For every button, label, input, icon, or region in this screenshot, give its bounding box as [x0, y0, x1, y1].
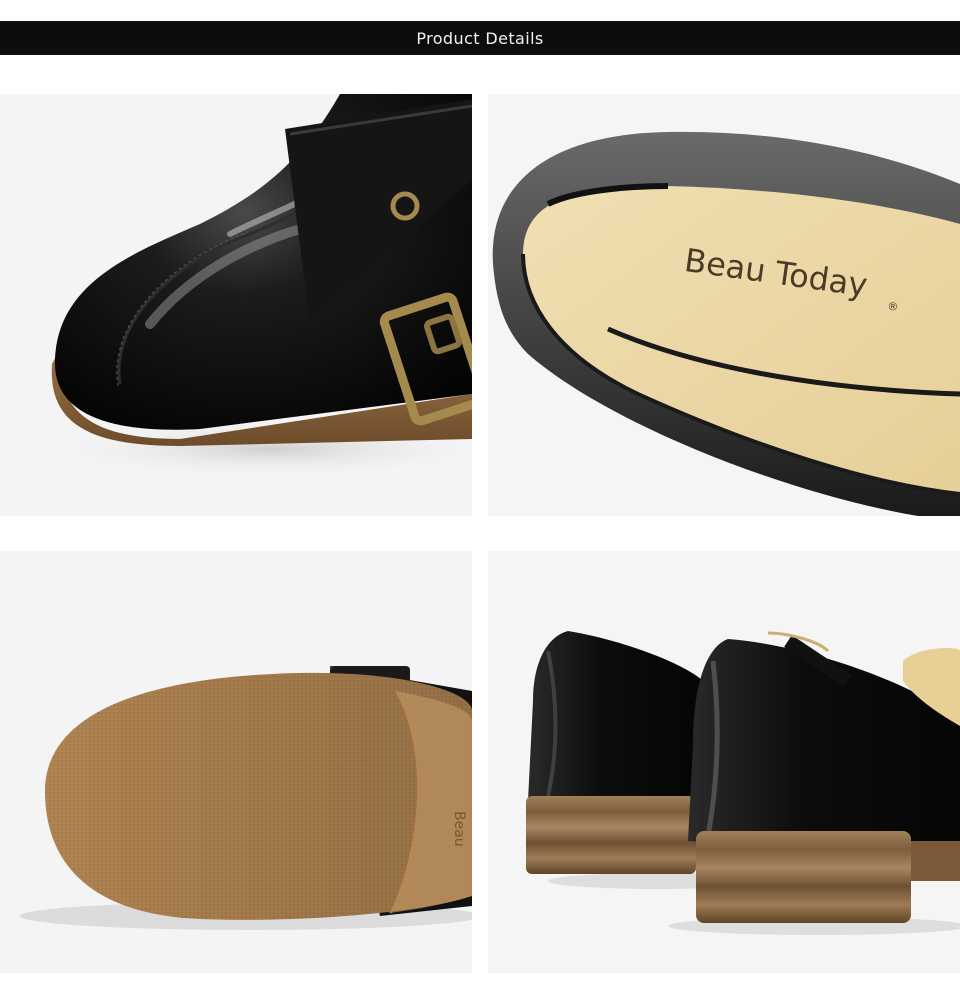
insole-closeup-image: Beau Today ® — [492, 131, 960, 516]
toe-closeup-image — [40, 94, 472, 479]
photo-insole-brand-closeup: Beau Today ® — [488, 94, 960, 516]
heel-block-front — [696, 831, 911, 923]
page-title: Product Details — [416, 28, 544, 48]
photo-outsole-view: Beau — [0, 551, 472, 973]
registered-mark: ® — [886, 300, 899, 314]
sole-imprint: Beau — [451, 811, 467, 847]
sole-view-image: Beau — [20, 666, 472, 930]
header-bar: Product Details — [0, 21, 960, 55]
photo-toe-buckle-closeup — [0, 94, 472, 516]
heel-view-image — [526, 631, 960, 935]
heel-block-back — [526, 796, 696, 874]
photo-heel-pair-view — [488, 551, 960, 973]
